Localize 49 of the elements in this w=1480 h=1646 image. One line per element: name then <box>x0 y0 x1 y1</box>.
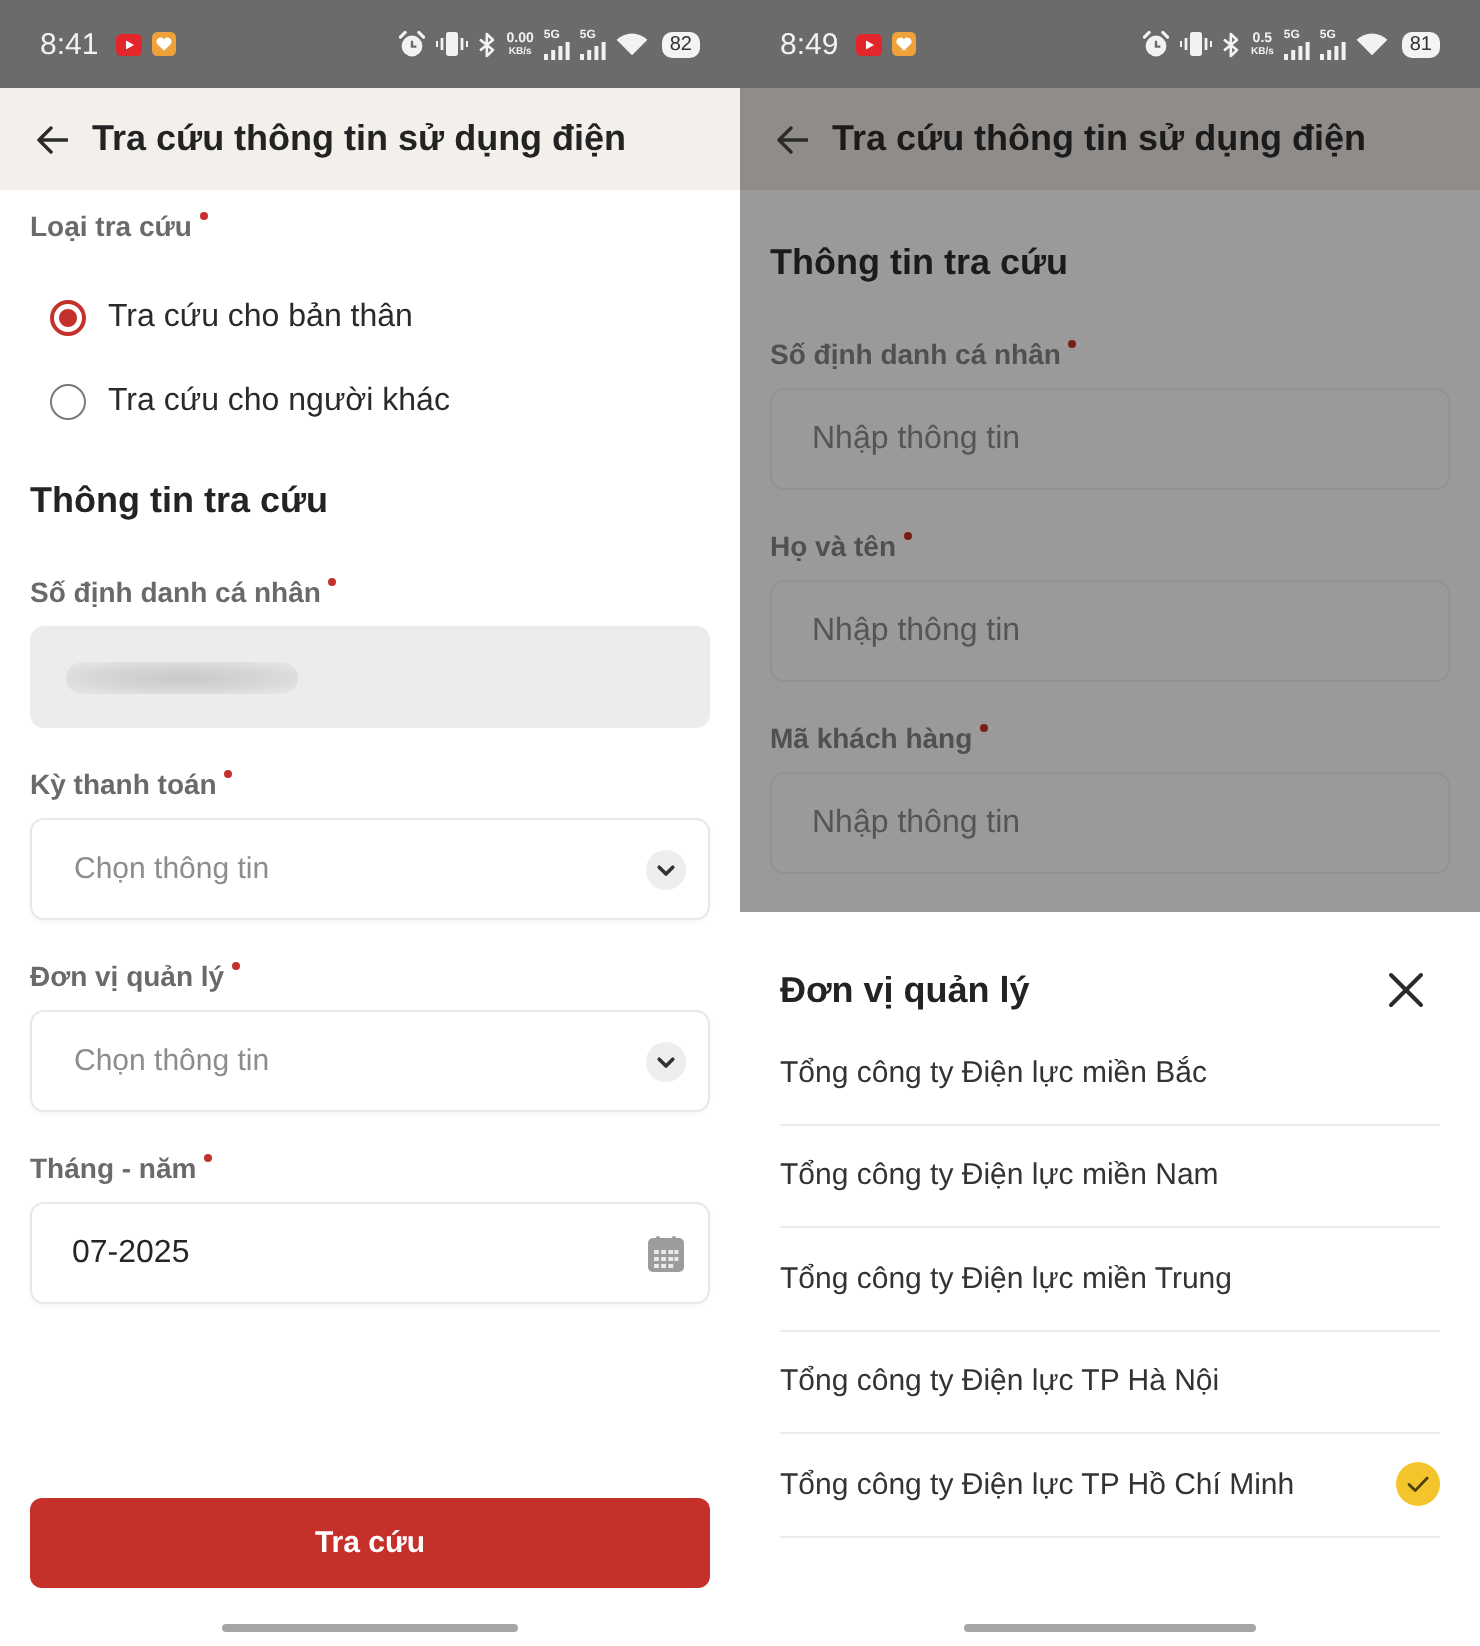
option-item[interactable]: Tổng công ty Điện lực TP Hà Nội <box>780 1331 1440 1434</box>
clock-time: 8:41 <box>40 27 99 61</box>
alarm-icon <box>398 30 427 58</box>
bluetooth-icon <box>478 31 497 57</box>
option-item[interactable]: Tổng công ty Điện lực miền Bắc <box>780 1022 1440 1125</box>
signal-bars-icon <box>543 41 570 59</box>
section-title: Thông tin tra cứu <box>30 478 331 524</box>
close-icon[interactable] <box>1388 972 1424 1008</box>
wifi-icon <box>1355 32 1388 56</box>
battery-level: 81 <box>1401 31 1440 57</box>
field-label: Loại tra cứu <box>30 210 192 242</box>
wifi-icon <box>615 32 648 56</box>
page-title: Tra cứu thông tin sử dụng điện <box>92 118 627 160</box>
radio-option[interactable]: Tra cứu cho người khác <box>30 360 450 444</box>
chevron-down-icon <box>646 849 686 889</box>
field-label: Họ và tên <box>770 530 897 562</box>
battery-level: 82 <box>661 31 700 57</box>
sheet-title: Đơn vị quản lý <box>780 969 1030 1011</box>
field-label: Đơn vị quản lý <box>30 960 225 992</box>
chevron-down-icon <box>646 1041 686 1081</box>
signal-bars-icon <box>579 41 606 59</box>
alarm-icon <box>1142 30 1171 58</box>
signal-bars-icon <box>1319 41 1346 59</box>
heart-icon <box>152 32 177 56</box>
blurred-text-icon <box>66 661 298 693</box>
option-item[interactable]: Tổng công ty Điện lực miền Nam <box>780 1125 1440 1228</box>
radio-option[interactable]: Tra cứu cho bản thân <box>30 276 413 360</box>
section-title: Thông tin tra cứu <box>770 240 1071 286</box>
bluetooth-icon <box>1222 31 1241 57</box>
vibrate-icon <box>436 32 469 56</box>
heart-icon <box>892 32 917 56</box>
page-title: Tra cứu thông tin sử dụng điện <box>832 118 1367 160</box>
signal-bars-icon <box>1283 41 1310 59</box>
field-label: Kỳ thanh toán <box>30 768 217 800</box>
date-field[interactable]: 07-2025 <box>30 1202 710 1304</box>
submit-button[interactable]: Tra cứu <box>30 1498 710 1588</box>
vibrate-icon <box>1180 32 1213 56</box>
field-label: Số định danh cá nhân <box>770 338 1061 370</box>
option-item[interactable]: Tổng công ty Điện lực miền Trung <box>780 1228 1440 1331</box>
clock-time: 8:49 <box>780 27 839 61</box>
field-label: Mã khách hàng <box>770 722 973 754</box>
input-field[interactable] <box>30 626 710 728</box>
back-arrow-icon[interactable] <box>36 125 68 153</box>
play-icon <box>116 33 143 55</box>
check-icon <box>1396 1462 1440 1507</box>
field-label: Số định danh cá nhân <box>30 576 321 608</box>
field-label: Tháng - năm <box>30 1152 197 1184</box>
play-icon <box>856 33 883 55</box>
calendar-icon <box>648 1235 684 1271</box>
